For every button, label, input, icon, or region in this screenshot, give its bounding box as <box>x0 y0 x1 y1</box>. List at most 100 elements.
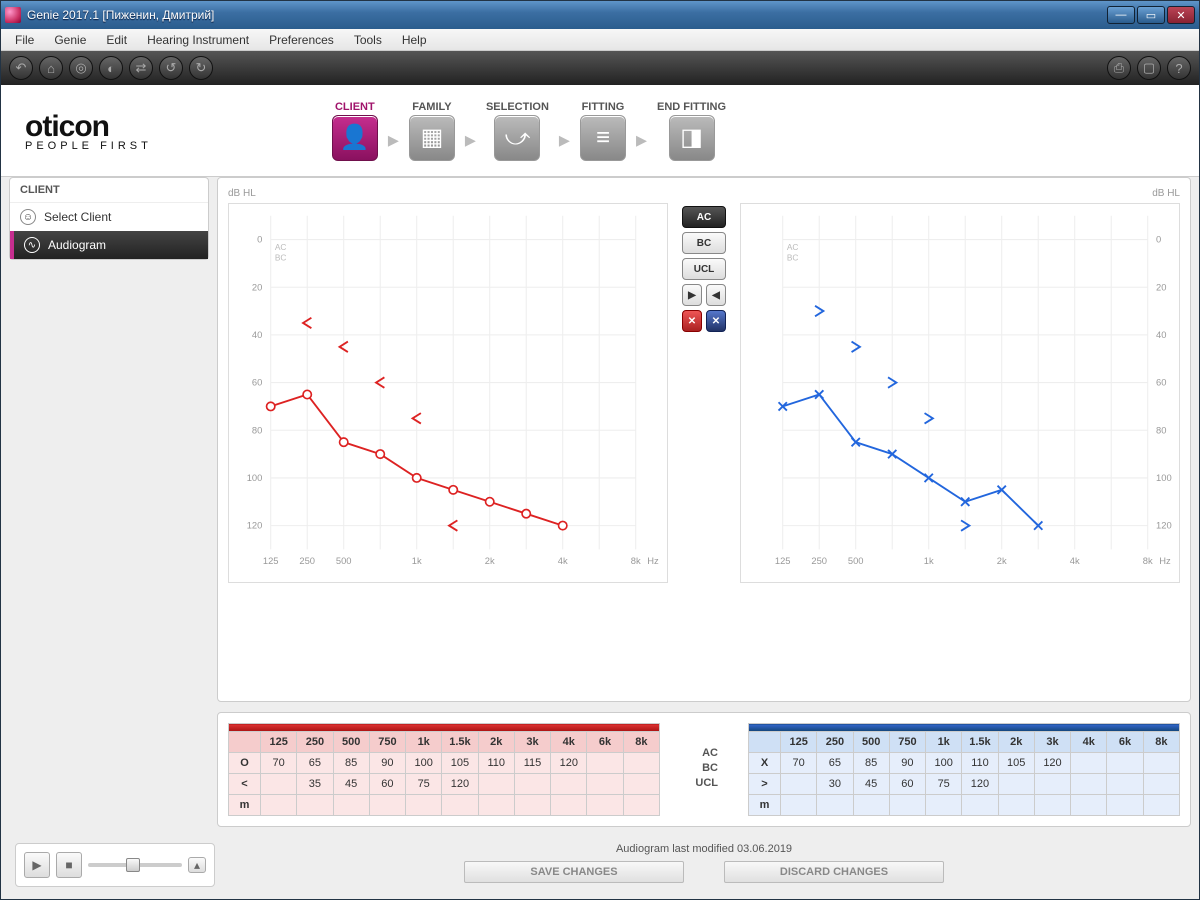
volume-slider[interactable] <box>88 863 182 867</box>
svg-text:20: 20 <box>252 282 262 292</box>
person-outline-icon: ☺ <box>20 209 36 225</box>
toolbar: ↶ ⌂ ◎ ◐ ⇄ ↺ ↻ ⎙ ▢ ? <box>1 51 1199 85</box>
workflow-fitting[interactable]: FITTING ≡ <box>580 101 626 161</box>
stop-button[interactable]: ■ <box>56 852 82 878</box>
svg-text:125: 125 <box>263 556 279 566</box>
play-right-icon[interactable]: ▶ <box>682 284 702 306</box>
svg-text:2k: 2k <box>485 556 495 566</box>
tool-back-icon[interactable]: ↶ <box>9 56 33 80</box>
chevron-icon: ▸ <box>465 127 476 153</box>
playback-panel: ▶ ■ ▴ <box>15 843 215 887</box>
tool-help-icon[interactable]: ? <box>1167 56 1191 80</box>
svg-text:BC: BC <box>275 252 287 262</box>
save-changes-button[interactable]: SAVE CHANGES <box>464 861 684 883</box>
tool-undo-icon[interactable]: ↺ <box>159 56 183 80</box>
svg-text:1k: 1k <box>924 556 934 566</box>
audiogram-type-controls: AC BC UCL ▶ ◀ ✕ ✕ <box>678 188 730 332</box>
bc-button[interactable]: BC <box>682 232 726 254</box>
svg-text:250: 250 <box>299 556 315 566</box>
grid-icon: ▦ <box>409 115 455 161</box>
svg-text:BC: BC <box>787 252 799 262</box>
svg-text:40: 40 <box>252 330 262 340</box>
expand-icon[interactable]: ▴ <box>188 857 206 873</box>
ucl-button[interactable]: UCL <box>682 258 726 280</box>
svg-text:Hz: Hz <box>647 556 659 566</box>
menu-preferences[interactable]: Preferences <box>259 30 344 50</box>
user-icon: 👤 <box>332 115 378 161</box>
left-ear-audiogram[interactable]: 020406080100120ACBC1252505001k2k4k8kHz <box>740 203 1180 583</box>
svg-text:4k: 4k <box>558 556 568 566</box>
menu-help[interactable]: Help <box>392 30 437 50</box>
audiogram-icon: ∿ <box>24 237 40 253</box>
right-ear-audiogram[interactable]: 020406080100120ACBC1252505001k2k4k8kHz <box>228 203 668 583</box>
svg-text:8k: 8k <box>631 556 641 566</box>
play-button[interactable]: ▶ <box>24 852 50 878</box>
menu-tools[interactable]: Tools <box>344 30 392 50</box>
sidebar-panel: CLIENT ☺ Select Client ∿ Audiogram <box>9 177 209 260</box>
right-ear-table[interactable]: 1252505007501k1.5k2k3k4k6k8kO70658590100… <box>228 723 660 816</box>
sliders-icon: ≡ <box>580 115 626 161</box>
tool-print-icon[interactable]: ⎙ <box>1107 56 1131 80</box>
menu-file[interactable]: File <box>5 30 44 50</box>
svg-text:0: 0 <box>257 235 262 245</box>
svg-text:AC: AC <box>275 242 287 252</box>
brand-logo: oticon PEOPLE FIRST <box>25 110 152 152</box>
y-axis-label: dB HL <box>740 188 1180 199</box>
svg-text:125: 125 <box>775 556 791 566</box>
workflow-nav: CLIENT 👤 ▸ FAMILY ▦ ▸ SELECTION ⤻ ▸ FITT… <box>332 101 726 161</box>
svg-text:0: 0 <box>1156 235 1161 245</box>
sidebar-item-select-client[interactable]: ☺ Select Client <box>10 203 208 231</box>
svg-text:60: 60 <box>1156 378 1166 388</box>
brand-tag: PEOPLE FIRST <box>25 140 152 152</box>
tool-redo-icon[interactable]: ↻ <box>189 56 213 80</box>
left-ear-chart-col: dB HL 020406080100120ACBC1252505001k2k4k… <box>740 188 1180 583</box>
svg-text:250: 250 <box>811 556 827 566</box>
chevron-icon: ▸ <box>559 127 570 153</box>
maximize-button[interactable]: ▭ <box>1137 6 1165 24</box>
chart-area: dB HL 020406080100120ACBC1252505001k2k4k… <box>217 177 1191 702</box>
svg-text:8k: 8k <box>1143 556 1153 566</box>
minimize-button[interactable]: — <box>1107 6 1135 24</box>
menu-genie[interactable]: Genie <box>44 30 96 50</box>
clear-left-button[interactable]: ✕ <box>706 310 726 332</box>
workflow-family[interactable]: FAMILY ▦ <box>409 101 455 161</box>
menu-hearing-instrument[interactable]: Hearing Instrument <box>137 30 259 50</box>
tool-screen-icon[interactable]: ▢ <box>1137 56 1161 80</box>
menubar: File Genie Edit Hearing Instrument Prefe… <box>1 29 1199 51</box>
svg-text:60: 60 <box>252 378 262 388</box>
play-left-icon[interactable]: ◀ <box>706 284 726 306</box>
tool-home-icon[interactable]: ⌂ <box>39 56 63 80</box>
svg-text:40: 40 <box>1156 330 1166 340</box>
footer-area: Audiogram last modified 03.06.2019 SAVE … <box>217 837 1191 891</box>
workflow-end-fitting[interactable]: END FITTING ◨ <box>657 101 726 161</box>
menu-edit[interactable]: Edit <box>96 30 137 50</box>
svg-text:20: 20 <box>1156 282 1166 292</box>
row-labels: AC BC UCL <box>690 723 718 789</box>
svg-text:100: 100 <box>247 473 263 483</box>
svg-text:Hz: Hz <box>1159 556 1171 566</box>
clear-right-button[interactable]: ✕ <box>682 310 702 332</box>
audiogram-tables: 1252505007501k1.5k2k3k4k6k8kO70658590100… <box>217 712 1191 827</box>
close-button[interactable]: ✕ <box>1167 6 1195 24</box>
workflow-selection[interactable]: SELECTION ⤻ <box>486 101 549 161</box>
sidebar-item-audiogram[interactable]: ∿ Audiogram <box>10 231 208 259</box>
last-modified-text: Audiogram last modified 03.06.2019 <box>217 837 1191 861</box>
discard-changes-button[interactable]: DISCARD CHANGES <box>724 861 944 883</box>
titlebar: Genie 2017.1 [Пиженин, Дмитрий] — ▭ ✕ <box>1 1 1199 29</box>
svg-text:120: 120 <box>1156 521 1172 531</box>
svg-text:80: 80 <box>252 425 262 435</box>
window-title: Genie 2017.1 [Пиженин, Дмитрий] <box>27 8 1107 22</box>
ac-button[interactable]: AC <box>682 206 726 228</box>
svg-text:AC: AC <box>787 242 799 252</box>
door-icon: ◨ <box>669 115 715 161</box>
left-ear-table[interactable]: 1252505007501k1.5k2k3k4k6k8kX70658590100… <box>748 723 1180 816</box>
svg-text:2k: 2k <box>997 556 1007 566</box>
chevron-icon: ▸ <box>388 127 399 153</box>
svg-text:100: 100 <box>1156 473 1172 483</box>
tool-swap-icon[interactable]: ⇄ <box>129 56 153 80</box>
tool-sound-icon[interactable]: ◐ <box>99 56 123 80</box>
tool-target-icon[interactable]: ◎ <box>69 56 93 80</box>
workflow-client[interactable]: CLIENT 👤 <box>332 101 378 161</box>
right-ear-chart-col: dB HL 020406080100120ACBC1252505001k2k4k… <box>228 188 668 583</box>
curve-icon: ⤻ <box>494 115 540 161</box>
